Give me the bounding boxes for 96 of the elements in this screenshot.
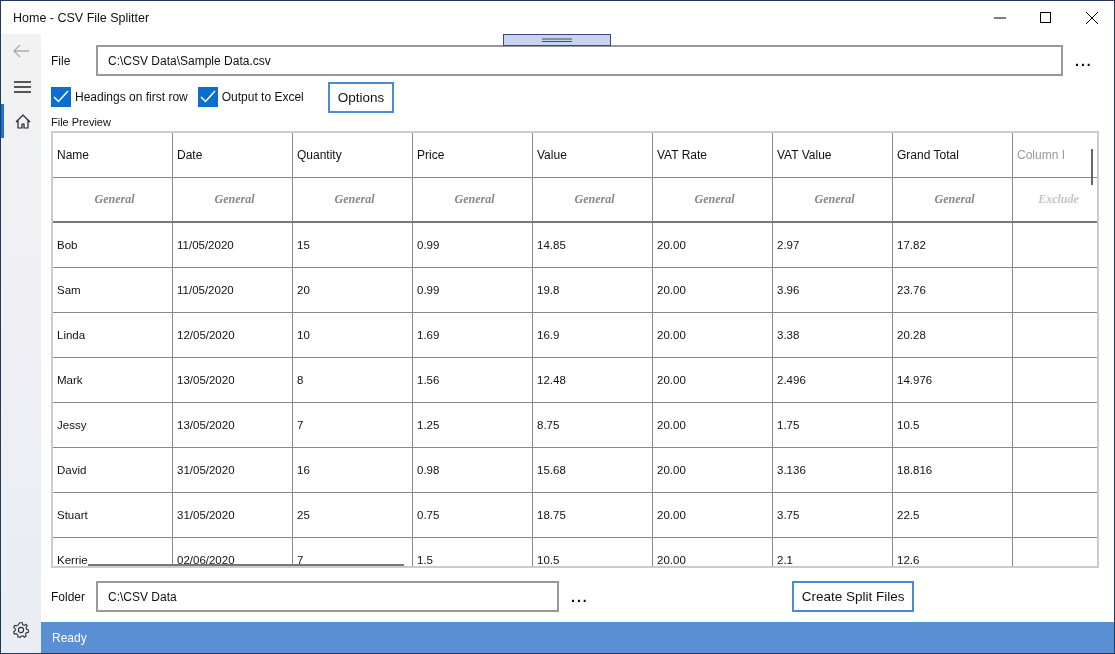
table-cell: 31/05/2020 <box>173 493 293 538</box>
table-cell: 14.85 <box>533 223 653 268</box>
table-cell: 1.56 <box>413 358 533 403</box>
column-format-cell[interactable]: General <box>653 178 773 223</box>
table-cell: 23.76 <box>893 268 1013 313</box>
table-cell: 20.00 <box>653 223 773 268</box>
folder-label: Folder <box>51 589 86 604</box>
table-cell: 12/05/2020 <box>173 313 293 358</box>
create-split-files-button[interactable]: Create Split Files <box>791 581 915 612</box>
table-cell: Stuart <box>53 493 173 538</box>
table-cell: Linda <box>53 313 173 358</box>
table-cell: 20.28 <box>893 313 1013 358</box>
table-cell: 8 <box>293 358 413 403</box>
table-cell: 10.5 <box>893 403 1013 448</box>
table-cell: 20 <box>293 268 413 313</box>
column-format-cell[interactable]: General <box>773 178 893 223</box>
column-header[interactable]: Quantity <box>293 133 413 178</box>
table-cell: 0.75 <box>413 493 533 538</box>
table-cell: 1.25 <box>413 403 533 448</box>
column-format-cell[interactable]: General <box>413 178 533 223</box>
table-cell: 7 <box>293 403 413 448</box>
table-cell: 18.75 <box>533 493 653 538</box>
table-cell: 10 <box>293 313 413 358</box>
checkbox-option[interactable]: Output to Excel <box>197 87 304 107</box>
menu-icon <box>14 81 31 93</box>
table-cell: Mark <box>53 358 173 403</box>
table-cell: 20.00 <box>653 313 773 358</box>
column-header[interactable]: Date <box>173 133 293 178</box>
checkbox-option[interactable]: Headings on first row <box>51 87 188 107</box>
column-format-cell[interactable]: General <box>533 178 653 223</box>
table-cell: David <box>53 448 173 493</box>
column-header[interactable]: Price <box>413 133 533 178</box>
settings-icon[interactable] <box>13 622 29 638</box>
table-cell: 11/05/2020 <box>173 268 293 313</box>
vertical-scrollbar[interactable] <box>1091 149 1093 185</box>
folder-path-field[interactable]: C:\CSV Data <box>96 581 559 612</box>
table-cell: 0.99 <box>413 223 533 268</box>
table-cell: 20.00 <box>653 403 773 448</box>
column-format-cell[interactable]: General <box>173 178 293 223</box>
column-header[interactable]: VAT Rate <box>653 133 773 178</box>
table-cell: 0.99 <box>413 268 533 313</box>
table-cell: 0.98 <box>413 448 533 493</box>
table-cell: 31/05/2020 <box>173 448 293 493</box>
table-cell: 1.75 <box>773 403 893 448</box>
options-button[interactable]: Options <box>327 81 395 113</box>
table-cell: 11/05/2020 <box>173 223 293 268</box>
table-cell: 13/05/2020 <box>173 358 293 403</box>
table-cell: 20.00 <box>653 358 773 403</box>
table-cell: 20.00 <box>653 538 773 566</box>
table-cell: 2.97 <box>773 223 893 268</box>
table-cell: 14.976 <box>893 358 1013 403</box>
table-cell: 1.69 <box>413 313 533 358</box>
file-label: File <box>51 53 72 68</box>
table-cell: 15.68 <box>533 448 653 493</box>
column-format-cell[interactable]: General <box>293 178 413 223</box>
table-cell: 16 <box>293 448 413 493</box>
table-cell: 15 <box>293 223 413 268</box>
browse-folder-button[interactable]: ... <box>571 586 589 607</box>
table-cell: 20.00 <box>653 448 773 493</box>
table-cell: 3.75 <box>773 493 893 538</box>
window-title: Home - CSV File Splitter <box>13 10 150 25</box>
browse-file-button[interactable]: ... <box>1075 50 1093 71</box>
checkbox[interactable] <box>51 87 71 107</box>
table-cell: 22.5 <box>893 493 1013 538</box>
splitter-handle[interactable] <box>503 34 611 46</box>
column-header[interactable]: Name <box>53 133 173 178</box>
column-header[interactable]: Grand Total <box>893 133 1013 178</box>
status-text: Ready <box>52 630 87 645</box>
table-cell: 20.00 <box>653 493 773 538</box>
table-cell: 13/05/2020 <box>173 403 293 448</box>
table-cell: 19.8 <box>533 268 653 313</box>
table-cell: 8.75 <box>533 403 653 448</box>
table-cell: 2.496 <box>773 358 893 403</box>
horizontal-scrollbar[interactable] <box>88 564 404 566</box>
checkbox[interactable] <box>197 87 218 107</box>
table-cell: 25 <box>293 493 413 538</box>
maximize-icon[interactable] <box>1040 11 1052 24</box>
close-icon[interactable] <box>1086 11 1098 24</box>
table-cell: 18.816 <box>893 448 1013 493</box>
file-path-field[interactable]: C:\CSV Data\Sample Data.csv <box>96 45 1063 76</box>
file-preview-label: File Preview <box>51 116 112 130</box>
column-format-cell[interactable]: General <box>893 178 1013 223</box>
table-cell: Bob <box>53 223 173 268</box>
table-cell: 16.9 <box>533 313 653 358</box>
table-cell: 20.00 <box>653 268 773 313</box>
column-header[interactable]: Value <box>533 133 653 178</box>
table-cell: 3.96 <box>773 268 893 313</box>
home-icon <box>14 113 31 129</box>
table-cell: 12.48 <box>533 358 653 403</box>
column-format-cell[interactable]: General <box>53 178 173 223</box>
table-cell: 3.38 <box>773 313 893 358</box>
table-cell: Jessy <box>53 403 173 448</box>
column-header[interactable]: VAT Value <box>773 133 893 178</box>
table-cell: 17.82 <box>893 223 1013 268</box>
table-cell: Sam <box>53 268 173 313</box>
table-cell: 3.136 <box>773 448 893 493</box>
